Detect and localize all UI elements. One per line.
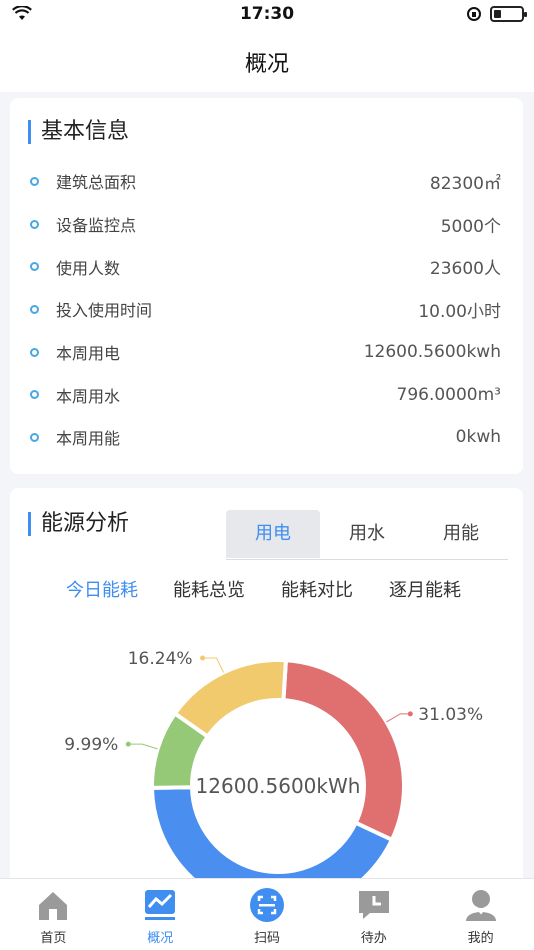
info-label: 本周用能 bbox=[56, 429, 121, 449]
info-value: 796.0000m³ bbox=[396, 384, 502, 405]
energy-subtabs: 今日能耗 能耗总览 能耗对比 逐月能耗 bbox=[10, 576, 523, 606]
donut-slice bbox=[172, 658, 289, 740]
basic-info-card: 基本信息 建筑总面积 82300㎡ 设备监控点 5000个 使用人数 23600… bbox=[10, 98, 523, 474]
tabbar-label: 扫码 bbox=[253, 931, 280, 946]
info-row: 建筑总面积 82300㎡ bbox=[10, 160, 523, 203]
tab-electricity[interactable]: 用电 bbox=[226, 510, 320, 558]
info-value: 12600.5600kwh bbox=[363, 342, 501, 363]
slice-percent-label: 31.03% bbox=[418, 705, 483, 725]
label-dot bbox=[125, 741, 131, 747]
info-value: 82300㎡ bbox=[429, 173, 501, 194]
info-row: 投入使用时间 10.00小时 bbox=[10, 288, 523, 331]
label-leader-line bbox=[202, 657, 224, 673]
orientation-lock-icon bbox=[467, 7, 481, 21]
energy-analysis-card: 能源分析 用电 用水 用能 今日能耗 能耗总览 能耗对比 逐月能耗 31.03%… bbox=[10, 488, 523, 888]
home-icon bbox=[39, 892, 68, 920]
tab-water[interactable]: 用水 bbox=[320, 510, 414, 558]
tab-energy[interactable]: 用能 bbox=[414, 510, 508, 558]
label-leader-line bbox=[386, 713, 411, 723]
subtab-today[interactable]: 今日能耗 bbox=[66, 576, 138, 602]
bullet-icon bbox=[30, 219, 39, 229]
bullet-icon bbox=[30, 176, 39, 186]
todo-icon bbox=[358, 891, 389, 919]
bullet-icon bbox=[30, 347, 39, 357]
tabbar-item-home[interactable]: 首页 bbox=[0, 879, 107, 950]
info-row: 本周用电 12600.5600kwh bbox=[10, 331, 523, 374]
tabbar-item-overview[interactable]: 概况 bbox=[107, 879, 214, 950]
status-time: 17:30 bbox=[239, 4, 295, 24]
tabbar-label: 我的 bbox=[467, 931, 494, 946]
energy-donut-chart: 31.03% 9.99% 16.24% 12600.5600kWh bbox=[64, 649, 483, 888]
nav-bar: 概况 bbox=[0, 30, 534, 92]
page-title: 概况 bbox=[244, 52, 289, 77]
donut-slice bbox=[149, 785, 395, 888]
basic-info-list: 建筑总面积 82300㎡ 设备监控点 5000个 使用人数 23600人 投入使… bbox=[10, 160, 523, 459]
battery-icon bbox=[490, 6, 527, 22]
info-label: 建筑总面积 bbox=[56, 173, 137, 193]
bullet-icon bbox=[30, 432, 39, 442]
bullet-icon bbox=[30, 262, 39, 272]
profile-icon bbox=[465, 890, 496, 921]
info-row: 设备监控点 5000个 bbox=[10, 203, 523, 246]
chart-icon bbox=[145, 890, 176, 920]
tabbar-item-todo[interactable]: 待办 bbox=[320, 879, 427, 950]
tabbar-label: 首页 bbox=[40, 931, 67, 946]
info-label: 投入使用时间 bbox=[56, 301, 153, 321]
subtab-monthly[interactable]: 逐月能耗 bbox=[389, 576, 461, 602]
subtab-overview[interactable]: 能耗总览 bbox=[173, 576, 245, 602]
subtab-compare[interactable]: 能耗对比 bbox=[281, 576, 353, 602]
info-label: 设备监控点 bbox=[56, 216, 137, 236]
donut-center-label: 12600.5600kWh bbox=[196, 774, 361, 798]
tabbar-item-profile[interactable]: 我的 bbox=[427, 879, 534, 950]
tabbar-label: 待办 bbox=[360, 931, 387, 946]
info-row: 本周用能 0kwh bbox=[10, 416, 523, 459]
info-value: 5000个 bbox=[440, 216, 501, 237]
info-row: 使用人数 23600人 bbox=[10, 245, 523, 288]
slice-percent-label: 9.99% bbox=[64, 735, 118, 755]
basic-info-title: 基本信息 bbox=[28, 120, 129, 144]
donut-slice bbox=[281, 658, 406, 843]
bullet-icon bbox=[30, 304, 39, 314]
tabbar-label: 概况 bbox=[147, 931, 174, 946]
status-bar: 17:30 bbox=[0, 0, 534, 30]
label-dot bbox=[200, 655, 206, 661]
info-value: 0kwh bbox=[455, 427, 501, 448]
info-label: 本周用水 bbox=[56, 386, 121, 406]
info-label: 本周用电 bbox=[56, 344, 121, 364]
info-row: 本周用水 796.0000m³ bbox=[10, 373, 523, 416]
energy-type-tabs: 用电 用水 用能 bbox=[226, 510, 508, 560]
energy-analysis-title: 能源分析 bbox=[28, 512, 129, 536]
tabbar-item-scan[interactable]: 扫码 bbox=[214, 879, 321, 950]
scan-icon bbox=[249, 888, 284, 922]
slice-percent-label: 16.24% bbox=[128, 649, 193, 669]
label-dot bbox=[407, 711, 413, 717]
info-label: 使用人数 bbox=[56, 258, 121, 278]
info-value: 10.00小时 bbox=[418, 301, 501, 322]
label-leader-line bbox=[128, 743, 158, 750]
bottom-tabbar: 首页 概况 扫码 待办 我的 bbox=[0, 878, 534, 950]
info-value: 23600人 bbox=[429, 259, 501, 280]
bullet-icon bbox=[30, 390, 39, 400]
